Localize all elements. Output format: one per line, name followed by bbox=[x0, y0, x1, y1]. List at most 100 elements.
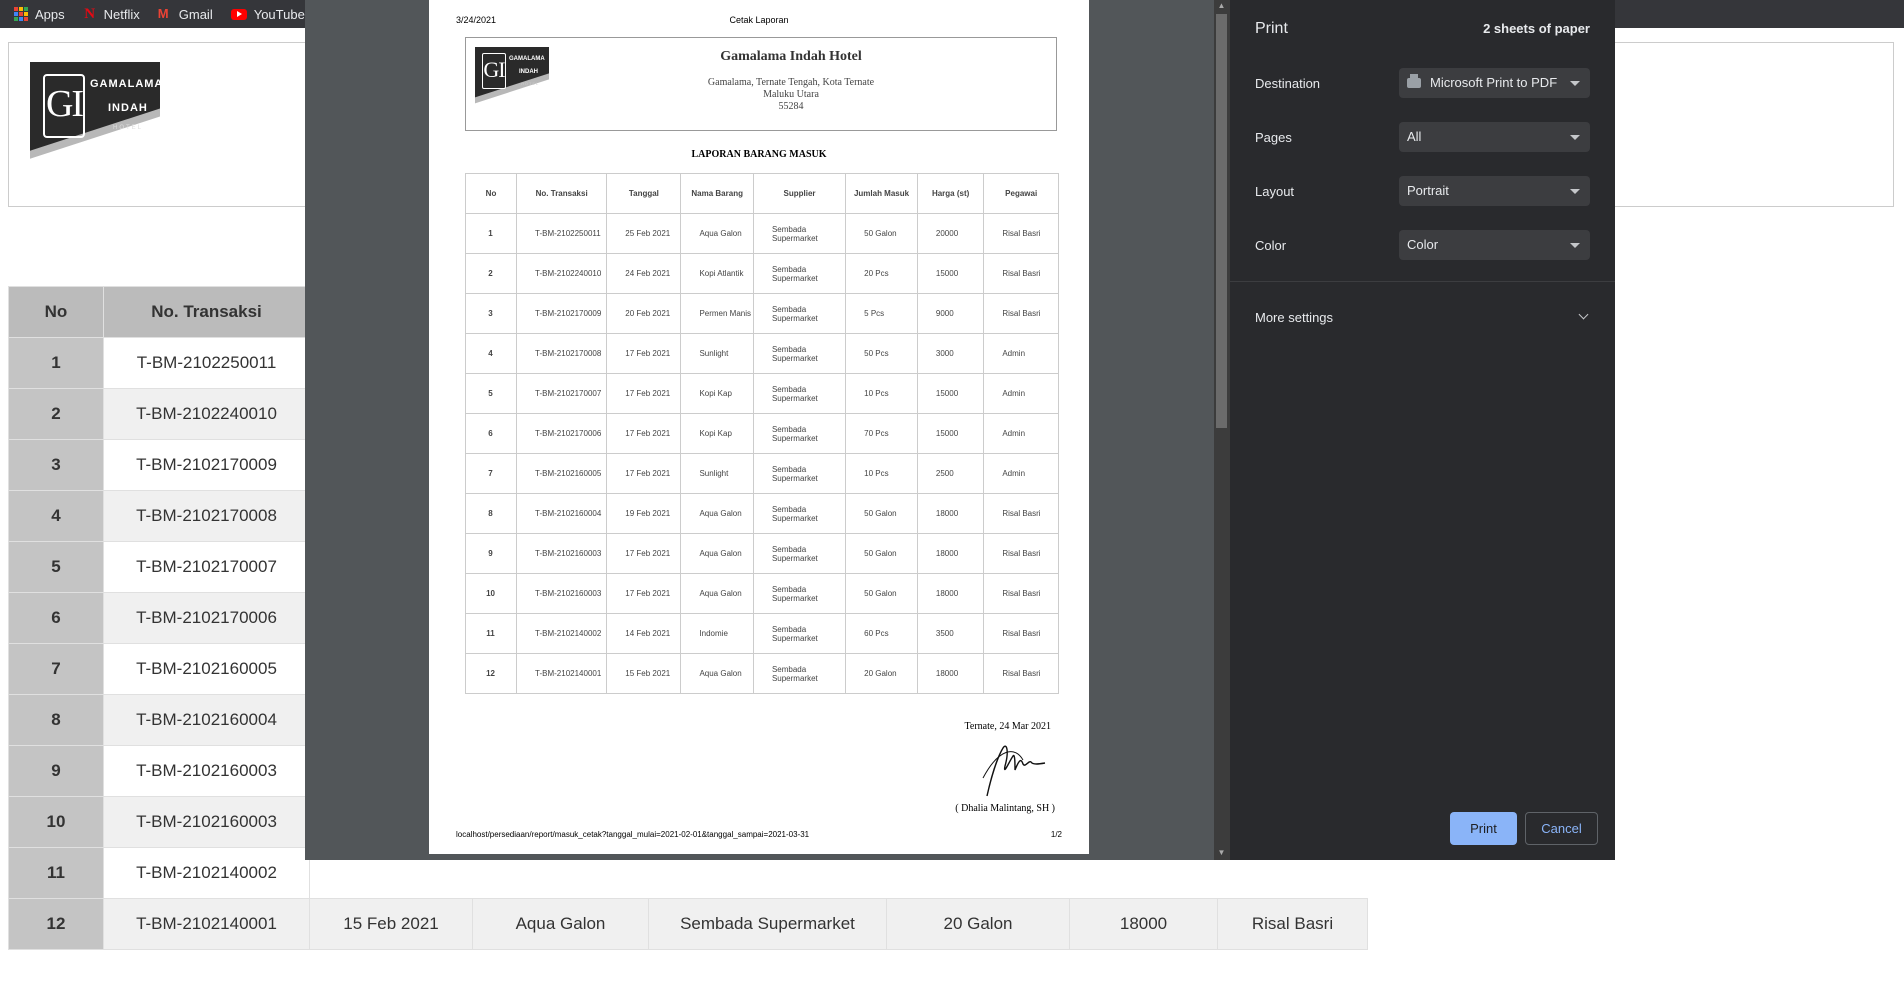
table-cell: 15 Feb 2021 bbox=[606, 653, 682, 694]
pages-select[interactable]: All bbox=[1399, 122, 1590, 152]
table-row: 6 T-BM-2102170006 17 Feb 2021 Kopi Kap Semba… bbox=[464, 413, 1059, 454]
bookmark-gmail[interactable]: M Gmail bbox=[158, 7, 213, 22]
table-cell: T-BM-2102160005 bbox=[516, 453, 608, 494]
table-cell: T-BM-2102170008 bbox=[103, 490, 310, 542]
pages-value: All bbox=[1407, 129, 1422, 144]
table-cell: 50 Galon bbox=[845, 493, 918, 534]
table-cell: 9 bbox=[464, 533, 518, 574]
logo-text: INDAH bbox=[519, 69, 538, 75]
table-cell: Permen Manis bbox=[680, 293, 754, 334]
table-cell: Risal Basri bbox=[983, 213, 1059, 254]
bookmark-youtube[interactable]: YouTube bbox=[230, 6, 305, 22]
table-cell: T-BM-2102240010 bbox=[516, 253, 608, 294]
table-cell: T-BM-2102170007 bbox=[516, 373, 608, 414]
table-cell: Admin bbox=[983, 333, 1059, 374]
table-cell: Sembada Supermarket bbox=[752, 253, 847, 294]
table-cell: 6 bbox=[464, 413, 518, 454]
signature-place-date: Ternate, 24 Mar 2021 bbox=[964, 721, 1052, 732]
bookmark-label: Apps bbox=[35, 6, 65, 22]
chevron-down-icon bbox=[1570, 81, 1580, 86]
bookmark-label: YouTube bbox=[253, 6, 305, 22]
table-cell: Kopi Atlantik bbox=[680, 253, 754, 294]
sheet-count: 2 sheets of paper bbox=[1483, 21, 1590, 36]
table-cell: 18000 bbox=[1069, 898, 1218, 950]
table-cell: 5 bbox=[464, 373, 518, 414]
destination-value: Microsoft Print to PDF bbox=[1430, 75, 1558, 90]
table-cell: 9 bbox=[8, 745, 104, 797]
table-cell: 15000 bbox=[916, 373, 985, 414]
bookmark-apps[interactable]: Apps bbox=[14, 7, 65, 22]
column-header: No bbox=[8, 286, 104, 338]
table-cell: 19 Feb 2021 bbox=[606, 493, 682, 534]
table-cell: Risal Basri bbox=[1217, 898, 1368, 950]
chevron-down-icon bbox=[1570, 243, 1580, 248]
scroll-down-icon[interactable]: ▼ bbox=[1216, 848, 1227, 858]
table-cell: 14 Feb 2021 bbox=[606, 613, 682, 654]
column-header: Pegawai bbox=[983, 173, 1059, 214]
scroll-up-icon[interactable]: ▲ bbox=[1216, 1, 1227, 11]
table-cell: 4 bbox=[464, 333, 518, 374]
destination-select[interactable]: Microsoft Print to PDF bbox=[1399, 68, 1590, 98]
table-cell: Aqua Galon bbox=[680, 533, 754, 574]
chevron-down-icon[interactable] bbox=[1578, 309, 1589, 320]
print-footer-url: localhost/persediaan/report/masuk_cetak?… bbox=[456, 830, 810, 839]
logo-monogram: GI bbox=[43, 74, 85, 138]
bookmark-label: Netflix bbox=[103, 6, 140, 22]
table-cell: 2 bbox=[8, 388, 104, 440]
table-row: 3 T-BM-2102170009 20 Feb 2021 Permen Manis S… bbox=[464, 293, 1059, 334]
letterhead: GI GAMALAMA INDAH HOTEL Gamalama Indah H… bbox=[465, 37, 1057, 131]
table-cell: 20 Feb 2021 bbox=[606, 293, 682, 334]
color-select[interactable]: Color bbox=[1399, 230, 1590, 260]
table-cell: Aqua Galon bbox=[472, 898, 649, 950]
table-cell: 3 bbox=[464, 293, 518, 334]
print-header-title: Cetak Laporan bbox=[729, 15, 789, 25]
preview-scrollbar-thumb[interactable] bbox=[1216, 14, 1227, 428]
table-cell: 3000 bbox=[916, 333, 985, 374]
table-cell: Sembada Supermarket bbox=[752, 573, 847, 614]
column-header: No. Transaksi bbox=[103, 286, 310, 338]
table-cell: Sunlight bbox=[680, 453, 754, 494]
color-label: Color bbox=[1255, 238, 1287, 253]
table-cell: T-BM-2102170009 bbox=[103, 439, 310, 491]
table-cell: 7 bbox=[8, 643, 104, 695]
table-cell: 2 bbox=[464, 253, 518, 294]
table-cell: 11 bbox=[464, 613, 518, 654]
table-cell: 18000 bbox=[916, 533, 985, 574]
signature-name: ( Dhalia Malintang, SH ) bbox=[955, 803, 1055, 814]
logo-text: INDAH bbox=[108, 102, 148, 114]
table-cell: 8 bbox=[464, 493, 518, 534]
table-cell: T-BM-2102170006 bbox=[516, 413, 608, 454]
table-cell: Aqua Galon bbox=[680, 653, 754, 694]
table-cell: 1 bbox=[464, 213, 518, 254]
layout-select[interactable]: Portrait bbox=[1399, 176, 1590, 206]
table-cell: T-BM-2102170008 bbox=[516, 333, 608, 374]
print-settings-panel: Print 2 sheets of paper Destination Micr… bbox=[1230, 0, 1615, 860]
table-cell: 70 Pcs bbox=[845, 413, 918, 454]
table-cell: 5 bbox=[8, 541, 104, 593]
table-cell: 20 Pcs bbox=[845, 253, 918, 294]
chevron-down-icon bbox=[1570, 189, 1580, 194]
print-preview-page: 3/24/2021 Cetak Laporan GI GAMALAMA INDA… bbox=[429, 0, 1089, 854]
cancel-button[interactable]: Cancel bbox=[1525, 812, 1598, 845]
table-row: 1 T-BM-2102250011 25 Feb 2021 Aqua Galon Sem… bbox=[464, 213, 1059, 254]
table-cell: T-BM-2102250011 bbox=[103, 337, 310, 389]
hotel-name: Gamalama Indah Hotel bbox=[720, 49, 862, 64]
layout-value: Portrait bbox=[1407, 183, 1449, 198]
table-cell: Aqua Galon bbox=[680, 573, 754, 614]
table-cell: T-BM-2102160003 bbox=[103, 796, 310, 848]
column-header: Supplier bbox=[752, 173, 847, 214]
table-cell: T-BM-2102160004 bbox=[516, 493, 608, 534]
table-cell: 18000 bbox=[916, 573, 985, 614]
more-settings-toggle[interactable]: More settings bbox=[1255, 310, 1333, 325]
bookmark-netflix[interactable]: N Netflix bbox=[83, 7, 140, 22]
table-cell: 4 bbox=[8, 490, 104, 542]
column-header: No. Transaksi bbox=[516, 173, 608, 214]
table-cell: Risal Basri bbox=[983, 493, 1059, 534]
gmail-icon: M bbox=[157, 6, 169, 21]
table-row: 12 T-BM-2102140001 15 Feb 2021 Aqua Galon Se… bbox=[464, 653, 1059, 694]
table-row: 11 T-BM-2102140002 14 Feb 2021 Indomie Semba… bbox=[464, 613, 1059, 654]
table-cell: Sembada Supermarket bbox=[752, 333, 847, 374]
print-button[interactable]: Print bbox=[1450, 812, 1517, 845]
divider bbox=[1230, 281, 1615, 282]
table-cell: 17 Feb 2021 bbox=[606, 373, 682, 414]
